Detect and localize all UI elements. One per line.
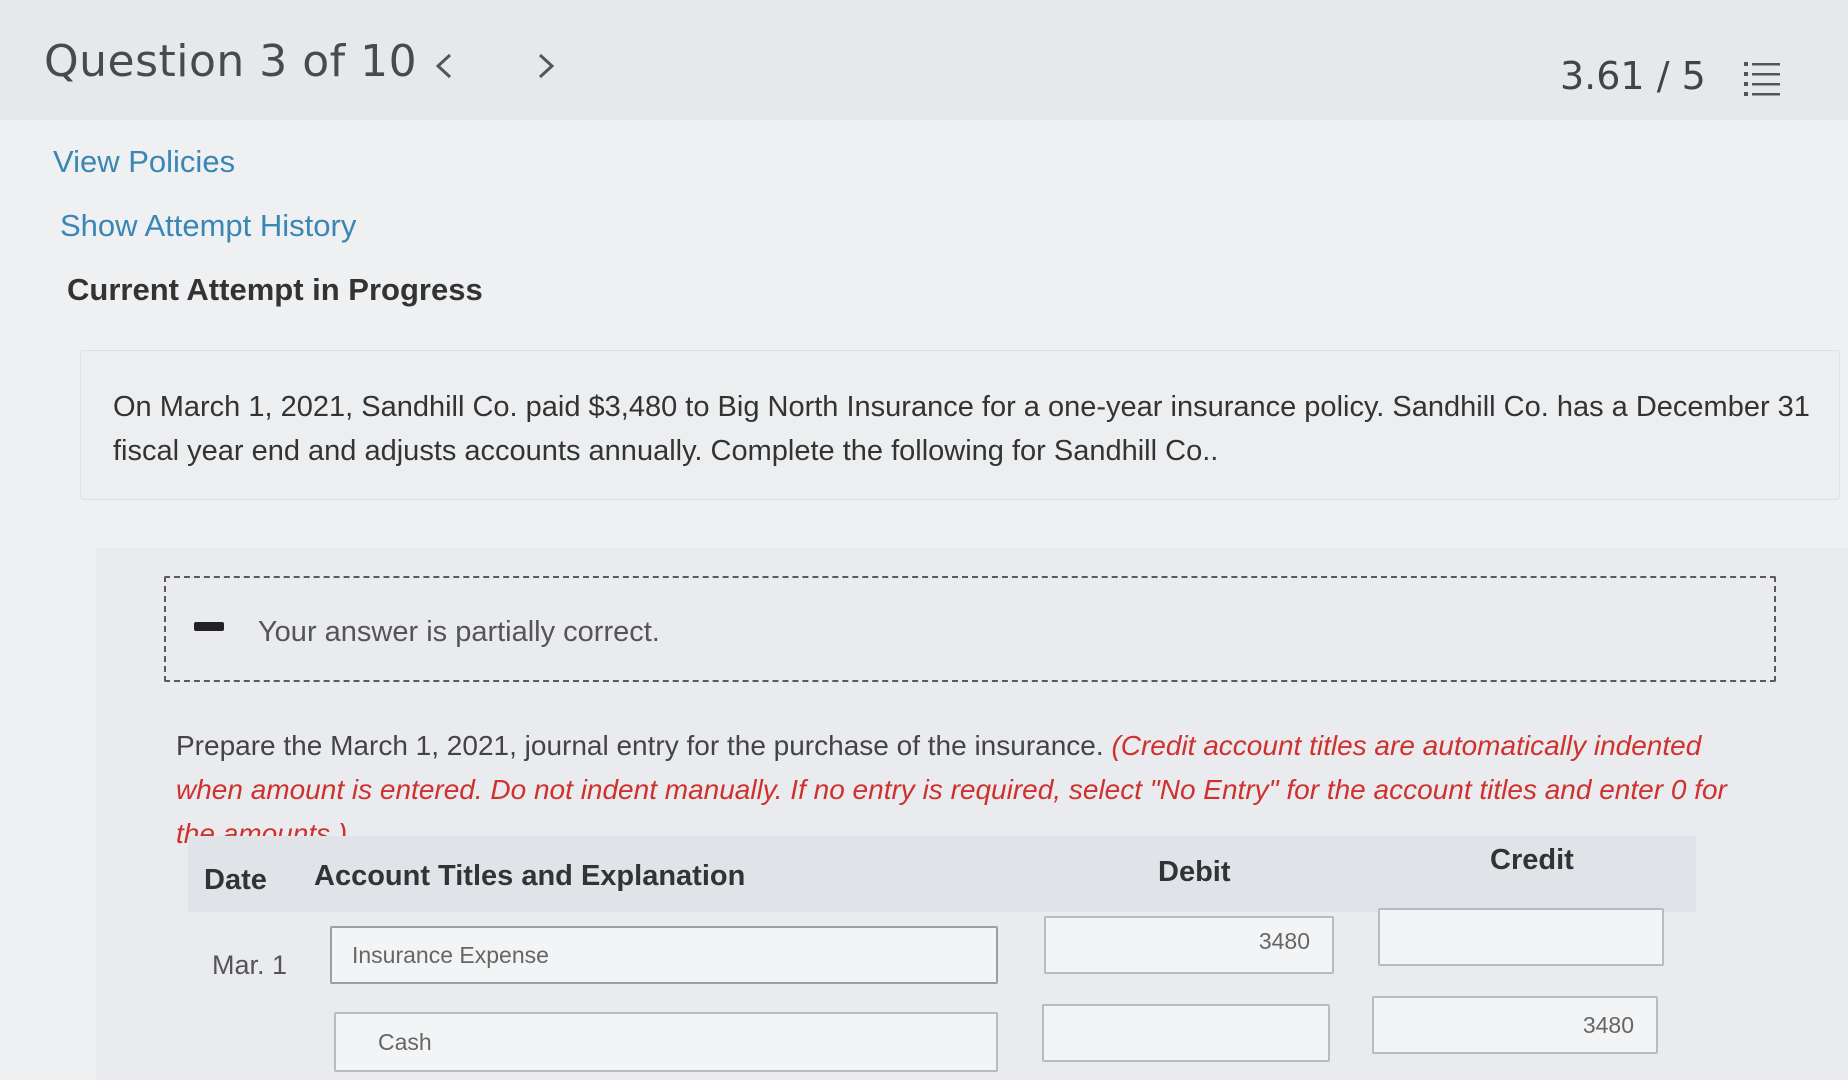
view-policies-link[interactable]: View Policies [53, 144, 235, 180]
question-counter: Question 3 of 10 [44, 36, 418, 87]
score-display: 3.61 / 5 [1560, 54, 1706, 98]
credit-amount-input[interactable]: 3480 [1372, 996, 1658, 1054]
problem-text: On March 1, 2021, Sandhill Co. paid $3,4… [113, 391, 1810, 467]
page: Question 3 of 10 3.61 / 5 View Policies … [0, 0, 1848, 1080]
credit-amount-input[interactable] [1378, 908, 1664, 966]
account-title-input[interactable]: Insurance Expense [330, 926, 998, 984]
next-question-button[interactable] [526, 40, 566, 92]
date-column-header: Date [204, 864, 267, 896]
account-title-input[interactable]: Cash [334, 1012, 998, 1072]
show-attempt-history-link[interactable]: Show Attempt History [60, 208, 356, 244]
debit-amount-input[interactable] [1042, 1004, 1330, 1062]
list-icon [1744, 62, 1780, 96]
instructions-main: Prepare the March 1, 2021, journal entry… [176, 730, 1112, 761]
problem-statement-box: On March 1, 2021, Sandhill Co. paid $3,4… [80, 350, 1840, 500]
chevron-left-icon [435, 53, 452, 79]
journal-table-header: Date Account Titles and Explanation Debi… [188, 836, 1696, 912]
question-header: Question 3 of 10 3.61 / 5 [0, 0, 1848, 120]
attempt-status-label: Current Attempt in Progress [67, 272, 483, 307]
chevron-right-icon [538, 53, 555, 79]
question-list-button[interactable] [1740, 56, 1784, 100]
credit-column-header: Credit [1490, 844, 1574, 876]
debit-column-header: Debit [1158, 856, 1231, 888]
account-column-header: Account Titles and Explanation [314, 860, 746, 892]
partial-correct-icon [194, 622, 224, 631]
feedback-text: Your answer is partially correct. [258, 616, 660, 648]
feedback-box: Your answer is partially correct. [164, 576, 1776, 682]
entry-date: Mar. 1 [212, 950, 288, 980]
previous-question-button[interactable] [424, 40, 464, 92]
debit-amount-input[interactable]: 3480 [1044, 916, 1334, 974]
